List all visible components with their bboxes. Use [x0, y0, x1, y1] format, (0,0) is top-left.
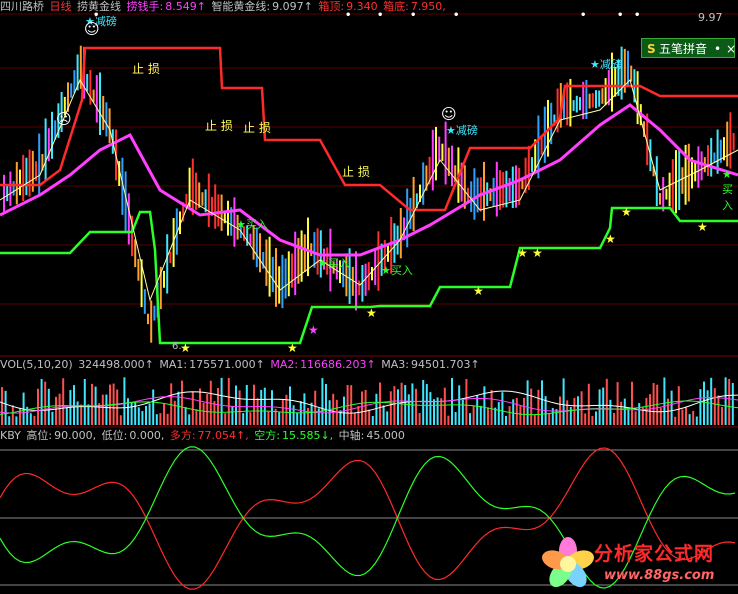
volume-header: VOL(5,10,20) 324498.000↑ MA1: 175571.000↑… [0, 358, 482, 372]
box-bottom-label: 箱底: [383, 0, 409, 13]
ma1-label: MA1: [159, 358, 188, 371]
dot-marker-icon: • [453, 10, 459, 21]
star-icon: ★ [308, 323, 319, 337]
ma3-value: 94501.703↑ [411, 358, 480, 371]
kby-long-value: 77.054↑, [197, 429, 249, 442]
box-top-label: 箱顶: [318, 0, 345, 13]
stop-loss-label: 止 损 [342, 165, 370, 179]
ime-dot-button[interactable]: • [714, 39, 721, 59]
dot-marker-icon: • [617, 10, 623, 21]
gold-label: 智能黄金线: [211, 0, 271, 13]
reduce-signal-label: ★减磅 [590, 58, 622, 71]
ime-mode-icon[interactable]: S [647, 39, 656, 59]
kby-high-label: 高位: [26, 429, 53, 442]
stock-name: 四川路桥 [0, 0, 44, 13]
flower-logo-icon [542, 537, 594, 588]
star-icon: ★ [605, 232, 616, 246]
buy-signal-label: ★买入 [381, 264, 413, 277]
star-icon: ★ [697, 220, 708, 234]
star-icon: ★ [180, 341, 191, 355]
stop-loss-label: 止 损 [243, 121, 271, 135]
price-axis-low: 6. [172, 341, 182, 352]
chart-canvas[interactable]: ★ ★★★★ ★★★★★• • •• • • • • [0, 0, 738, 594]
kby-name: KBY [0, 429, 21, 442]
ime-close-button[interactable]: × [726, 39, 736, 59]
sell-value: 8.549↑ [165, 0, 206, 13]
kby-long-label: 多方: [169, 429, 196, 442]
volume-value: 324498.000↑ [78, 358, 154, 371]
star-icon: ★ [621, 205, 632, 219]
stop-loss-label: 止 损 [205, 119, 233, 133]
buy-signal-label: ★买入 [722, 168, 733, 212]
dot-marker-icon: • [580, 10, 586, 21]
box-bottom-value: 7.950, [410, 0, 446, 13]
ma2-value: 116686.203↑ [300, 358, 376, 371]
smile-face-icon: ☺ [84, 20, 100, 38]
price-axis-high: 9.97 [698, 11, 723, 24]
ime-toolbar[interactable]: S 五笔拼音 • × [641, 38, 736, 59]
ma2-label: MA2: [270, 358, 299, 371]
kby-high-value: 90.000, [54, 429, 97, 442]
kby-header: KBY 高位: 90.000, 低位: 0.000, 多方: 77.054↑, 空方:… [0, 429, 407, 443]
volume-name: VOL(5,10,20) [0, 358, 73, 371]
kby-low-value: 0.000, [129, 429, 165, 442]
indicator-name: 捞黄金线 [77, 0, 121, 13]
reduce-signal-label: ★减磅 [446, 124, 478, 137]
box-top-value: 9.340 [346, 0, 378, 13]
gold-value: 9.097↑ [272, 0, 313, 13]
star-icon: ★ [517, 246, 528, 260]
dot-marker-icon: • [634, 10, 640, 21]
kby-low-label: 低位: [101, 429, 128, 442]
kby-short-label: 空方: [254, 429, 280, 442]
kby-axis-label: 中轴: [338, 429, 365, 442]
watermark: 分析家公式网 www.88gs.com [542, 535, 738, 594]
star-icon: ★ [532, 246, 543, 260]
sell-label: 捞钱手: [126, 0, 164, 13]
star-icon: ★ [287, 341, 298, 355]
watermark-url: www.88gs.com [604, 568, 715, 583]
sad-face-icon: ☹ [56, 110, 72, 128]
buy-signal-label: ★买入 [318, 257, 350, 270]
ma3-label: MA3: [381, 358, 409, 371]
smile-face-icon: ☺ [441, 105, 457, 123]
kby-axis-value: 45.000 [366, 429, 405, 442]
watermark-title: 分析家公式网 [594, 543, 715, 565]
ma1-value: 175571.000↑ [189, 358, 265, 371]
stop-loss-label: 止 损 [132, 62, 160, 76]
period: 日线 [49, 0, 72, 13]
star-icon: ★ [366, 306, 377, 320]
buy-signal-label: ★买入 [236, 218, 268, 231]
ime-name[interactable]: 五笔拼音 [659, 39, 707, 59]
kby-short-value: 15.585↓, [281, 429, 334, 442]
price-header: 四川路桥 日线 捞黄金线 捞钱手: 8.549↑ 智能黄金线: 9.097↑ 箱顶:… [0, 0, 448, 14]
star-icon: ★ [473, 284, 484, 298]
